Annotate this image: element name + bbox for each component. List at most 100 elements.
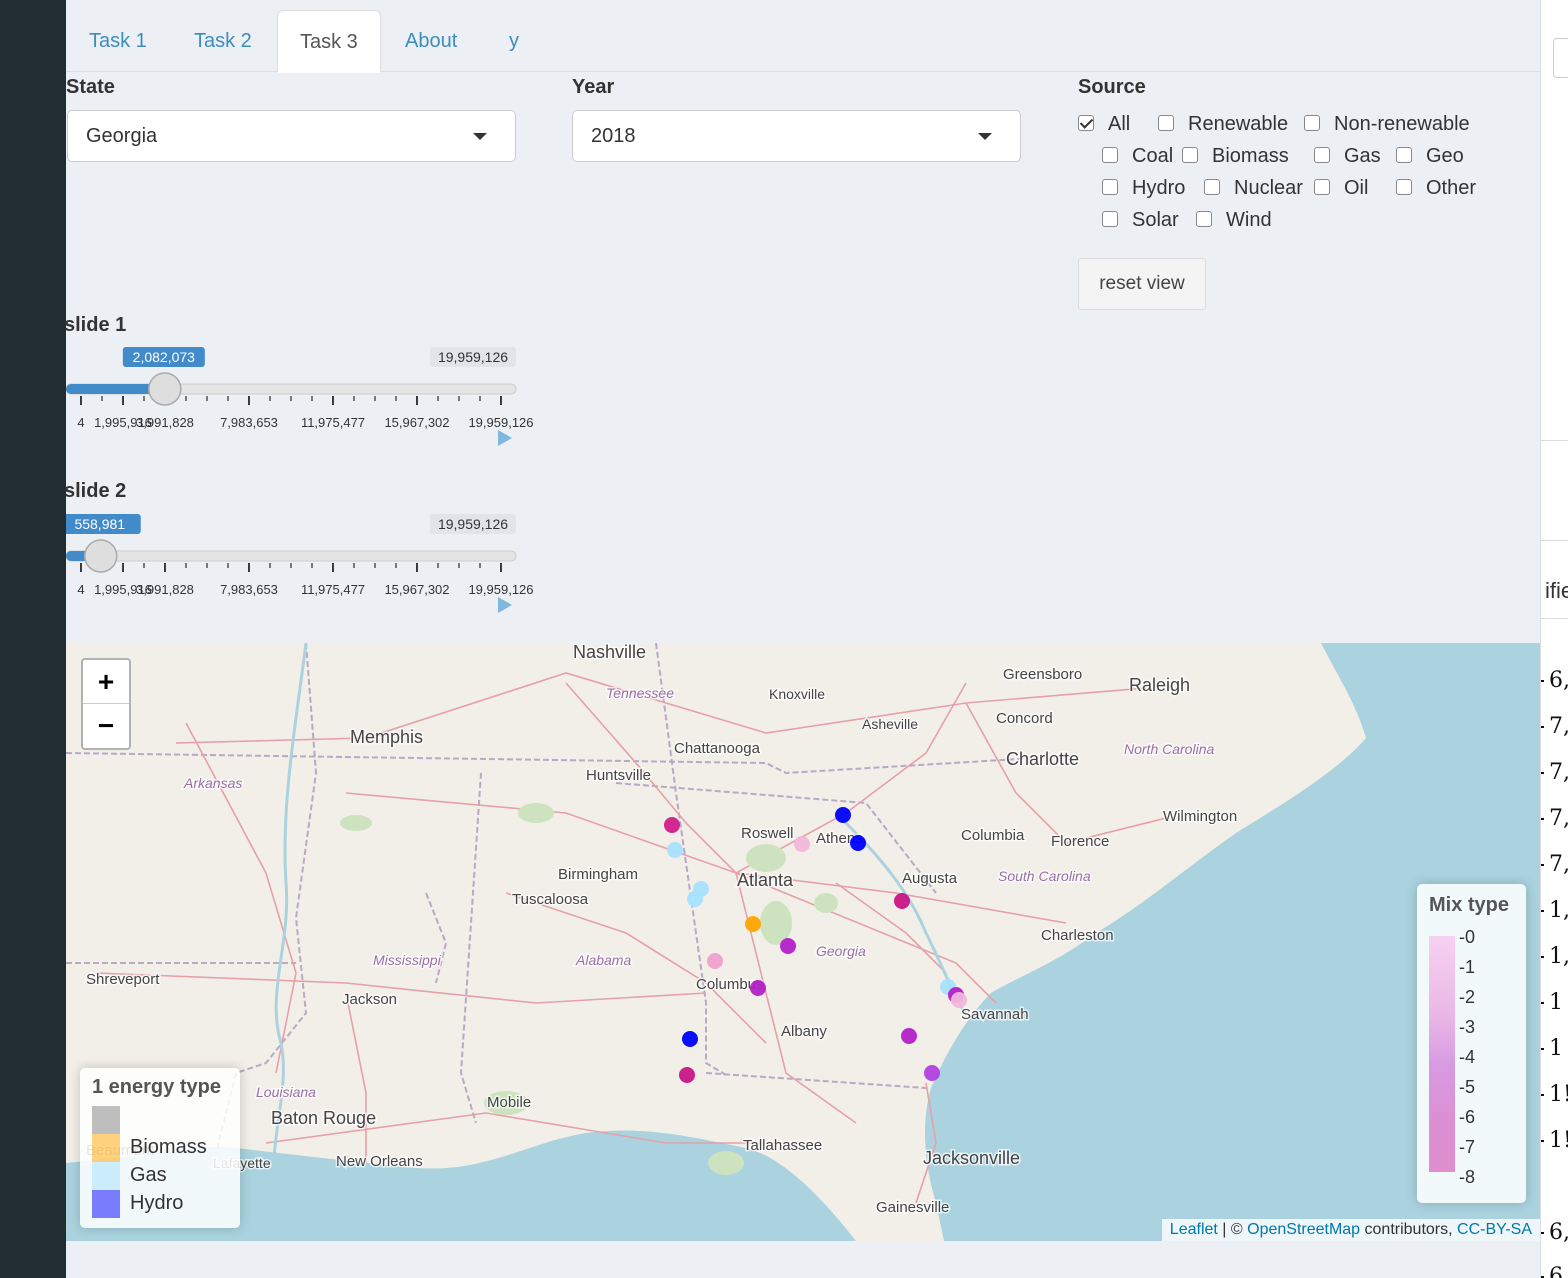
park-area bbox=[340, 815, 372, 831]
map-canvas[interactable]: Nashville Tennessee Knoxville Greensboro Ral… bbox=[66, 643, 1540, 1241]
slider-value-label: 2,082,073 bbox=[122, 347, 205, 367]
source-option-other[interactable]: Other bbox=[1396, 177, 1476, 200]
source-option-non-renewable[interactable]: Non-renewable bbox=[1304, 113, 1470, 136]
zoom-in-button[interactable]: + bbox=[83, 660, 129, 704]
power-plant-marker[interactable] bbox=[794, 836, 810, 852]
place-label: Arkansas bbox=[183, 775, 242, 791]
osm-link[interactable]: OpenStreetMap bbox=[1247, 1221, 1360, 1238]
source-option-geo[interactable]: Geo bbox=[1396, 145, 1464, 168]
table-cell-fragment: 1! bbox=[1549, 1082, 1568, 1107]
power-plant-marker[interactable] bbox=[664, 817, 680, 833]
leaflet-map[interactable]: Nashville Tennessee Knoxville Greensboro Ral… bbox=[66, 643, 1540, 1241]
place-label: Chattanooga bbox=[674, 740, 761, 757]
row-marker bbox=[1541, 818, 1544, 820]
table-cell-fragment: 1 bbox=[1549, 1036, 1563, 1061]
state-select[interactable]: Georgia bbox=[67, 110, 516, 162]
legend-title: Mix type bbox=[1429, 894, 1510, 916]
source-option-wind[interactable]: Wind bbox=[1196, 209, 1272, 232]
source-option-solar[interactable]: Solar bbox=[1102, 209, 1179, 232]
slider-tick-label: 15,967,302 bbox=[384, 415, 449, 430]
checkbox[interactable] bbox=[1102, 147, 1118, 163]
slider-handle[interactable] bbox=[84, 539, 118, 573]
mix-color-ramp bbox=[1429, 936, 1455, 1172]
power-plant-marker[interactable] bbox=[901, 1028, 917, 1044]
checkbox[interactable] bbox=[1304, 115, 1320, 131]
play-icon[interactable] bbox=[498, 597, 512, 613]
energy-type-legend: 1 energy type Biomass Gas Hydro bbox=[80, 1068, 240, 1228]
tab-about[interactable]: About bbox=[383, 10, 479, 72]
tab-task-2[interactable]: Task 2 bbox=[172, 10, 274, 72]
slider-handle[interactable] bbox=[148, 372, 182, 406]
tab-task-1[interactable]: Task 1 bbox=[67, 10, 169, 72]
source-option-oil[interactable]: Oil bbox=[1314, 177, 1368, 200]
power-plant-marker[interactable] bbox=[745, 916, 761, 932]
power-plant-marker[interactable] bbox=[780, 938, 796, 954]
row-marker bbox=[1541, 1232, 1544, 1234]
checkbox[interactable] bbox=[1314, 179, 1330, 195]
mix-type-legend: Mix type -0 -1 -2 -3 -4 -5 -6 -7 -8 bbox=[1417, 884, 1526, 1203]
slider-value-label: 558,981 bbox=[66, 514, 141, 534]
power-plant-marker[interactable] bbox=[707, 953, 723, 969]
slider-track[interactable] bbox=[66, 550, 517, 562]
source-option-gas[interactable]: Gas bbox=[1314, 145, 1381, 168]
slider-max-label: 19,959,126 bbox=[430, 347, 516, 367]
license-link[interactable]: CC-BY-SA bbox=[1457, 1221, 1532, 1238]
checkbox[interactable] bbox=[1204, 179, 1220, 195]
checkbox[interactable] bbox=[1078, 115, 1094, 131]
checkbox[interactable] bbox=[1314, 147, 1330, 163]
checkbox[interactable] bbox=[1396, 147, 1412, 163]
checkbox-label: All bbox=[1108, 113, 1131, 135]
year-select[interactable]: 2018 bbox=[572, 110, 1021, 162]
slider-tick-label: 3,991,828 bbox=[136, 582, 194, 597]
power-plant-marker[interactable] bbox=[951, 992, 967, 1008]
power-plant-marker[interactable] bbox=[850, 835, 866, 851]
state-value: Georgia bbox=[86, 125, 158, 147]
slider-tick-label: 11,975,477 bbox=[301, 415, 365, 430]
checkbox[interactable] bbox=[1182, 147, 1198, 163]
source-option-biomass[interactable]: Biomass bbox=[1182, 145, 1289, 168]
source-option-nuclear[interactable]: Nuclear bbox=[1204, 177, 1303, 200]
power-plant-marker[interactable] bbox=[894, 893, 910, 909]
row-marker bbox=[1541, 864, 1544, 866]
slider-2-label: slide 2 bbox=[64, 480, 127, 502]
table-cell-fragment: 6 bbox=[1549, 1264, 1563, 1278]
checkbox[interactable] bbox=[1196, 211, 1212, 227]
tab-y[interactable]: y bbox=[487, 10, 541, 72]
power-plant-marker[interactable] bbox=[667, 842, 683, 858]
play-icon[interactable] bbox=[498, 430, 512, 446]
source-option-all[interactable]: All bbox=[1078, 113, 1130, 136]
reset-view-button[interactable]: reset view bbox=[1078, 258, 1206, 310]
tab-task-3[interactable]: Task 3 bbox=[277, 10, 381, 73]
source-option-coal[interactable]: Coal bbox=[1102, 145, 1173, 168]
legend-swatch bbox=[92, 1190, 120, 1218]
slider-1[interactable]: 4 1,995,9163,991,828 7,983,653 11,975,477 15… bbox=[66, 340, 536, 452]
power-plant-marker[interactable] bbox=[924, 1065, 940, 1081]
park-area bbox=[518, 803, 554, 823]
legend-item-unnamed bbox=[92, 1106, 232, 1134]
power-plant-marker[interactable] bbox=[679, 1067, 695, 1083]
source-option-renewable[interactable]: Renewable bbox=[1158, 113, 1288, 136]
power-plant-marker[interactable] bbox=[750, 980, 766, 996]
power-plant-marker[interactable] bbox=[835, 807, 851, 823]
power-plant-marker[interactable] bbox=[682, 1031, 698, 1047]
power-plant-marker[interactable] bbox=[687, 891, 703, 907]
place-label: North Carolina bbox=[1124, 741, 1214, 757]
source-option-hydro[interactable]: Hydro bbox=[1102, 177, 1185, 200]
bottom-strip bbox=[66, 1241, 1540, 1278]
checkbox[interactable] bbox=[1102, 179, 1118, 195]
place-label: Gainesville bbox=[876, 1199, 949, 1216]
panel-button[interactable] bbox=[1553, 38, 1568, 78]
leaflet-link[interactable]: Leaflet bbox=[1170, 1221, 1218, 1238]
place-label: Florence bbox=[1051, 833, 1109, 850]
zoom-out-button[interactable]: − bbox=[83, 704, 129, 748]
checkbox-label: Geo bbox=[1426, 145, 1464, 167]
checkbox[interactable] bbox=[1396, 179, 1412, 195]
svg-text:2,082,073: 2,082,073 bbox=[133, 349, 195, 365]
table-cell-fragment: 6, bbox=[1549, 1220, 1568, 1245]
checkbox[interactable] bbox=[1102, 211, 1118, 227]
year-value: 2018 bbox=[591, 125, 636, 147]
place-label: South Carolina bbox=[998, 868, 1091, 884]
slider-tick-label: 19,959,126 bbox=[468, 415, 533, 430]
slider-2[interactable]: 4 1,995,9163,991,828 7,983,653 11,975,477 15… bbox=[66, 507, 536, 619]
checkbox[interactable] bbox=[1158, 115, 1174, 131]
